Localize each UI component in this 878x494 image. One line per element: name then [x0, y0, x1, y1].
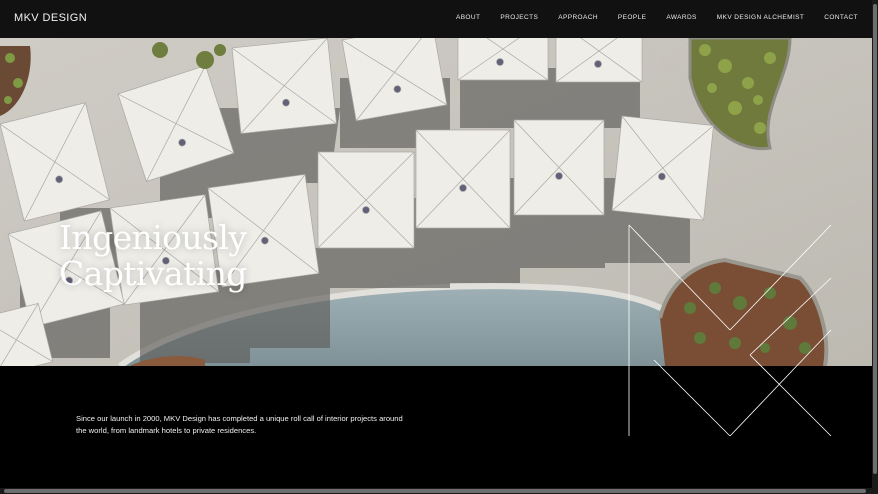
hero-headline: Ingeniously Captivating	[59, 220, 247, 292]
nav-item-projects[interactable]: PROJECTS	[500, 14, 538, 21]
nav-item-people[interactable]: PEOPLE	[618, 14, 646, 21]
brand-logo[interactable]: MKV DESIGN	[14, 12, 87, 24]
horizontal-scrollbar[interactable]	[0, 488, 878, 494]
nav-item-contact[interactable]: CONTACT	[824, 14, 858, 21]
top-navigation-bar: MKV DESIGN ABOUT PROJECTS APPROACH PEOPL…	[0, 0, 872, 38]
page: MKV DESIGN ABOUT PROJECTS APPROACH PEOPL…	[0, 0, 878, 494]
intro-paragraph: Since our launch in 2000, MKV Design has…	[76, 413, 403, 435]
hero-headline-line-2: Captivating	[59, 254, 247, 293]
mkv-line-logo-graphic	[628, 224, 832, 437]
hero-headline-line-1: Ingeniously	[59, 218, 247, 257]
horizontal-scrollbar-thumb[interactable]	[4, 489, 866, 493]
nav-item-about[interactable]: ABOUT	[456, 14, 480, 21]
nav-item-approach[interactable]: APPROACH	[558, 14, 598, 21]
main-nav: ABOUT PROJECTS APPROACH PEOPLE AWARDS MK…	[456, 14, 858, 21]
nav-item-awards[interactable]: AWARDS	[666, 14, 696, 21]
vertical-scrollbar[interactable]	[872, 0, 878, 488]
vertical-scrollbar-thumb[interactable]	[873, 4, 877, 474]
nav-item-alchemist[interactable]: MKV DESIGN ALCHEMIST	[717, 14, 804, 21]
